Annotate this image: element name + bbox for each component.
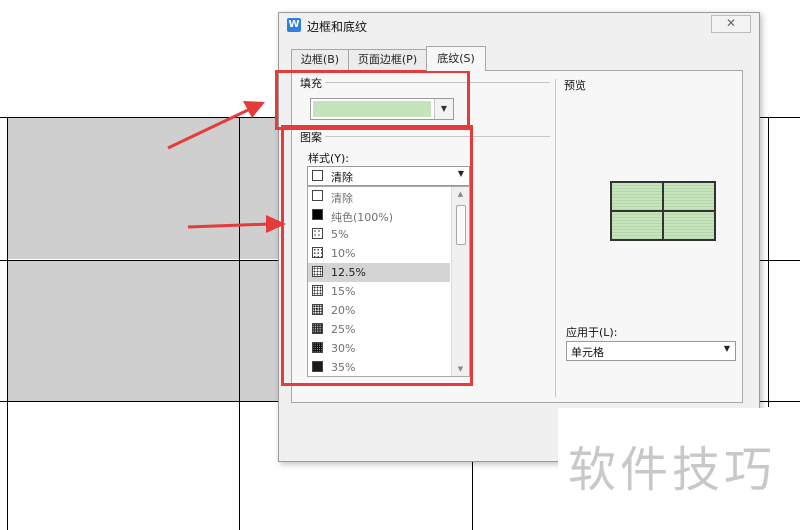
table-line bbox=[768, 117, 769, 407]
pattern-highlight-box bbox=[281, 125, 473, 386]
preview-cell bbox=[611, 211, 663, 240]
dialog-title: 边框和底纹 bbox=[307, 20, 368, 34]
tab-shading[interactable]: 底纹(S) bbox=[426, 46, 486, 71]
preview-cell bbox=[611, 182, 663, 211]
watermark-area: 软件技巧 bbox=[558, 408, 800, 530]
watermark-text: 软件技巧 bbox=[568, 442, 777, 498]
table-line bbox=[239, 117, 240, 530]
shaded-cell-top-right bbox=[240, 118, 280, 259]
fill-highlight-box bbox=[275, 70, 470, 130]
apply-to-value: 单元格 bbox=[571, 346, 604, 359]
preview-label: 预览 bbox=[564, 77, 589, 93]
tab-page-borders[interactable]: 页面边框(P) bbox=[348, 49, 427, 70]
tab-borders[interactable]: 边框(B) bbox=[291, 49, 349, 70]
shaded-cell-top-left bbox=[8, 118, 239, 259]
preview-cell bbox=[663, 182, 715, 211]
chevron-down-icon[interactable]: ▼ bbox=[724, 344, 730, 353]
apply-to-select[interactable]: 单元格 ▼ bbox=[566, 341, 736, 361]
shaded-cell-bottom-right bbox=[240, 261, 280, 401]
apply-to-label: 应用于(L): bbox=[566, 326, 618, 339]
wps-writer-icon: W bbox=[287, 18, 301, 32]
dialog-titlebar: W 边框和底纹 ✕ bbox=[279, 13, 759, 37]
table-line bbox=[7, 117, 8, 530]
close-button[interactable]: ✕ bbox=[711, 15, 751, 33]
preview-cell bbox=[663, 211, 715, 240]
shaded-cell-bottom-left bbox=[8, 261, 239, 401]
preview-divider bbox=[555, 79, 556, 397]
preview-image bbox=[610, 181, 716, 241]
